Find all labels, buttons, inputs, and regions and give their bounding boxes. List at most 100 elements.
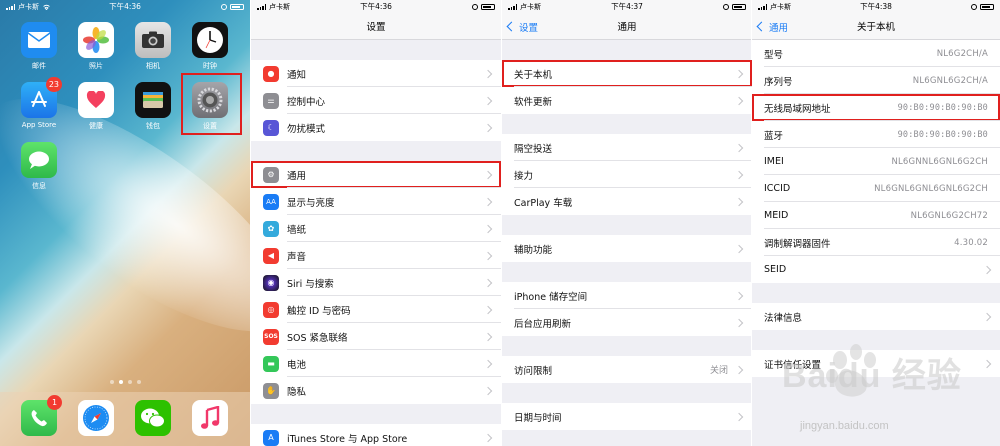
battery-settings-icon: ▬ xyxy=(263,355,279,372)
settings-item-sos[interactable]: SOS SOS 紧急联络 xyxy=(251,323,501,350)
settings-item-siri[interactable]: ◉ Siri 与搜索 xyxy=(251,269,501,296)
settings-item-label: 通知 xyxy=(287,69,307,81)
wechat-icon xyxy=(135,400,171,436)
moon-icon: ☾ xyxy=(263,119,279,136)
about-row-seid[interactable]: SEID xyxy=(752,256,1000,283)
app-label: App Store xyxy=(21,121,57,129)
general-item-accessibility[interactable]: 辅助功能 xyxy=(502,235,752,262)
chevron-right-icon xyxy=(483,433,493,442)
music-icon xyxy=(192,400,228,436)
chevron-right-icon xyxy=(982,359,992,368)
settings-item-wallpaper[interactable]: ✿ 墙纸 xyxy=(251,215,501,242)
app-health[interactable]: 健康 xyxy=(77,82,115,131)
status-bar: 卢卡斯 下午4:36 xyxy=(251,0,501,13)
watermark-text: Baidu 经验 xyxy=(782,357,962,395)
app-label: 信息 xyxy=(32,182,46,190)
photos-icon xyxy=(78,22,114,58)
speaker-icon: ◀ xyxy=(263,247,279,264)
general-item-label: iPhone 储存空间 xyxy=(514,291,588,303)
nav-bar: 通用 关于本机 xyxy=(752,13,1000,40)
settings-item-label: 显示与亮度 xyxy=(287,197,335,209)
general-item-date-time[interactable]: 日期与时间 xyxy=(502,403,752,430)
settings-item-do-not-disturb[interactable]: ☾ 勿扰模式 xyxy=(251,114,501,141)
general-item-label: 日期与时间 xyxy=(514,412,562,424)
settings-item-itunes[interactable]: AiTunes Store 与 App Store xyxy=(251,424,501,446)
settings-item-display[interactable]: AA 显示与亮度 xyxy=(251,188,501,215)
general-item-label: 访问限制 xyxy=(514,365,553,377)
chevron-right-icon xyxy=(734,365,744,374)
battery-icon xyxy=(732,3,746,10)
chevron-right-icon xyxy=(982,265,992,274)
appstore-icon: 23 xyxy=(21,77,62,118)
about-key: 调制解调器固件 xyxy=(764,238,831,250)
app-clock[interactable]: 时钟 xyxy=(191,22,229,71)
general-item-carplay[interactable]: CarPlay 车载 xyxy=(502,188,752,215)
chevron-right-icon xyxy=(483,123,493,132)
app-messages[interactable]: 信息 xyxy=(20,142,58,191)
app-camera[interactable]: 相机 xyxy=(134,22,172,71)
chevron-right-icon xyxy=(483,251,493,260)
settings-item-control-center[interactable]: ⚌ 控制中心 xyxy=(251,87,501,114)
chevron-right-icon xyxy=(483,197,493,206)
wallpaper-icon: ✿ xyxy=(263,220,279,237)
about-row-bluetooth: 蓝牙 90:B0:90:B0:90:B0 xyxy=(752,121,1000,148)
chevron-right-icon xyxy=(483,224,493,233)
chevron-right-icon xyxy=(483,332,493,341)
hand-icon: ✋ xyxy=(263,382,279,399)
general-item-restrictions[interactable]: 访问限制 关闭 xyxy=(502,356,752,383)
settings-item-privacy[interactable]: ✋ 隐私 xyxy=(251,377,501,404)
back-label: 通用 xyxy=(769,22,789,34)
app-mail[interactable]: 邮件 xyxy=(20,22,58,71)
dock-app-phone[interactable]: 1 xyxy=(20,395,62,436)
status-time: 下午4:36 xyxy=(109,2,141,11)
back-button[interactable]: 通用 xyxy=(756,13,789,40)
status-time: 下午4:36 xyxy=(360,2,392,11)
settings-item-general[interactable]: ⚙ 通用 xyxy=(251,161,501,188)
gear-icon: ⚙ xyxy=(263,166,279,183)
about-value: NL6GNNL6GNL6G2CH xyxy=(891,156,988,167)
safari-icon xyxy=(78,400,114,436)
about-value: 90:B0:90:B0:90:B0 xyxy=(897,129,988,140)
home-screen-panel: 卢卡斯 下午4:36 邮件 照片 相机 时钟 23 App Store 健康 钱… xyxy=(0,0,250,446)
about-key: MEID xyxy=(764,210,789,221)
chevron-right-icon xyxy=(483,278,493,287)
general-item-airdrop[interactable]: 隔空投送 xyxy=(502,134,752,161)
app-label: 健康 xyxy=(89,122,103,130)
dock-app-music[interactable] xyxy=(191,400,229,436)
dock-app-wechat[interactable] xyxy=(134,400,172,436)
status-bar: 卢卡斯 下午4:36 xyxy=(0,0,250,13)
about-row-legal[interactable]: 法律信息 xyxy=(752,303,1000,330)
app-store-settings-icon: A xyxy=(263,429,279,446)
about-value: NL6GNL6G2CH72 xyxy=(910,210,988,221)
general-item-background-refresh[interactable]: 后台应用刷新 xyxy=(502,309,752,336)
app-app-store[interactable]: 23 App Store xyxy=(20,77,62,129)
about-row-modem-firmware: 调制解调器固件 4.30.02 xyxy=(752,229,1000,256)
general-item-software-update[interactable]: 软件更新 xyxy=(502,87,752,114)
settings-item-notifications[interactable]: ● 通知 xyxy=(251,60,501,87)
chevron-right-icon xyxy=(734,69,744,78)
about-key: IMEI xyxy=(764,156,784,167)
app-wallet[interactable]: 钱包 xyxy=(134,82,172,131)
page-title: 关于本机 xyxy=(856,22,895,33)
general-item-handoff[interactable]: 接力 xyxy=(502,161,752,188)
app-photos[interactable]: 照片 xyxy=(77,22,115,71)
about-key: 型号 xyxy=(764,49,784,61)
restrictions-value: 关闭 xyxy=(709,366,728,376)
chevron-right-icon xyxy=(483,170,493,179)
settings-item-label: 隐私 xyxy=(287,386,307,398)
dock-app-safari[interactable] xyxy=(77,400,115,436)
about-row-wifi-address: 无线局域网地址 90:B0:90:B0:90:B0 xyxy=(752,94,1000,121)
settings-item-battery[interactable]: ▬ 电池 xyxy=(251,350,501,377)
settings-item-touch-id[interactable]: ◎ 触控 ID 与密码 xyxy=(251,296,501,323)
chevron-right-icon xyxy=(734,412,744,421)
watermark-url: jingyan.baidu.com xyxy=(800,420,889,432)
about-row-iccid: ICCID NL6GNL6GNL6GNL6G2CH xyxy=(752,175,1000,202)
chevron-right-icon xyxy=(483,69,493,78)
general-item-label: CarPlay 车载 xyxy=(514,197,573,209)
general-item-iphone-storage[interactable]: iPhone 储存空间 xyxy=(502,282,752,309)
status-time: 下午4:37 xyxy=(611,2,643,11)
back-button[interactable]: 设置 xyxy=(506,13,538,40)
general-item-about[interactable]: 关于本机 xyxy=(502,60,752,87)
page-indicator[interactable] xyxy=(0,380,250,384)
settings-item-sounds[interactable]: ◀ 声音 xyxy=(251,242,501,269)
